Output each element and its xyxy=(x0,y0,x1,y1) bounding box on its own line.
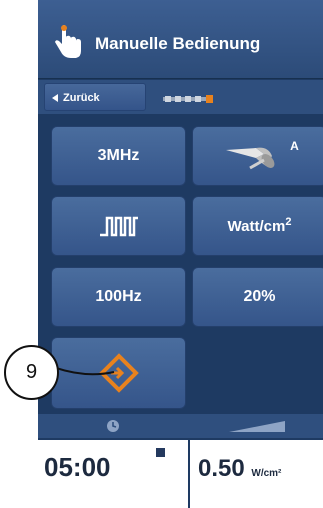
hand-pointer-icon xyxy=(55,25,81,58)
back-button[interactable]: Zurück xyxy=(44,83,146,111)
device-screen: Manuelle Bedienung Zurück 3MHz A Watt/cm… xyxy=(38,0,323,508)
callout-pointer-line xyxy=(56,367,115,376)
applicator-label: A xyxy=(290,139,299,153)
ultrasound-applicator-icon xyxy=(226,147,275,170)
intensity-value: 0.50 xyxy=(198,455,245,482)
status-icons-row xyxy=(38,414,323,438)
pulse-mode-button[interactable] xyxy=(51,196,186,256)
back-button-label: Zurück xyxy=(63,92,100,104)
timer-header xyxy=(38,414,188,438)
step-progress-indicator xyxy=(163,95,213,103)
page-title: Manuelle Bedienung xyxy=(95,34,261,53)
intensity-display: 0.50 W/cm² xyxy=(198,455,281,483)
power-unit-superscript: 2 xyxy=(285,216,292,228)
status-divider xyxy=(188,440,190,508)
back-arrow-icon xyxy=(52,94,58,102)
clock-icon xyxy=(107,420,119,432)
callout-number-badge: 9 xyxy=(4,345,59,400)
intensity-ramp-icon xyxy=(228,421,285,432)
intensity-unit: W/cm² xyxy=(251,468,282,479)
header-bar: Manuelle Bedienung xyxy=(38,0,323,79)
frequency-value: 3MHz xyxy=(97,147,140,164)
stop-icon xyxy=(156,448,165,457)
pulse-wave-icon xyxy=(99,216,138,237)
applicator-button[interactable]: A xyxy=(192,126,323,186)
callout-number: 9 xyxy=(25,361,38,383)
timer-display: 05:00 xyxy=(44,452,111,482)
intensity-header xyxy=(190,414,323,438)
empty-panel xyxy=(192,338,323,410)
duty-cycle-button[interactable]: 20% xyxy=(192,267,323,327)
pulse-frequency-value: 100Hz xyxy=(95,288,142,305)
duty-cycle-value: 20% xyxy=(243,288,276,305)
pulse-frequency-button[interactable]: 100Hz xyxy=(51,267,186,327)
power-unit: Watt/cm xyxy=(227,217,286,235)
frequency-button[interactable]: 3MHz xyxy=(51,126,186,186)
power-unit-button[interactable]: Watt/cm 2 xyxy=(192,196,323,256)
